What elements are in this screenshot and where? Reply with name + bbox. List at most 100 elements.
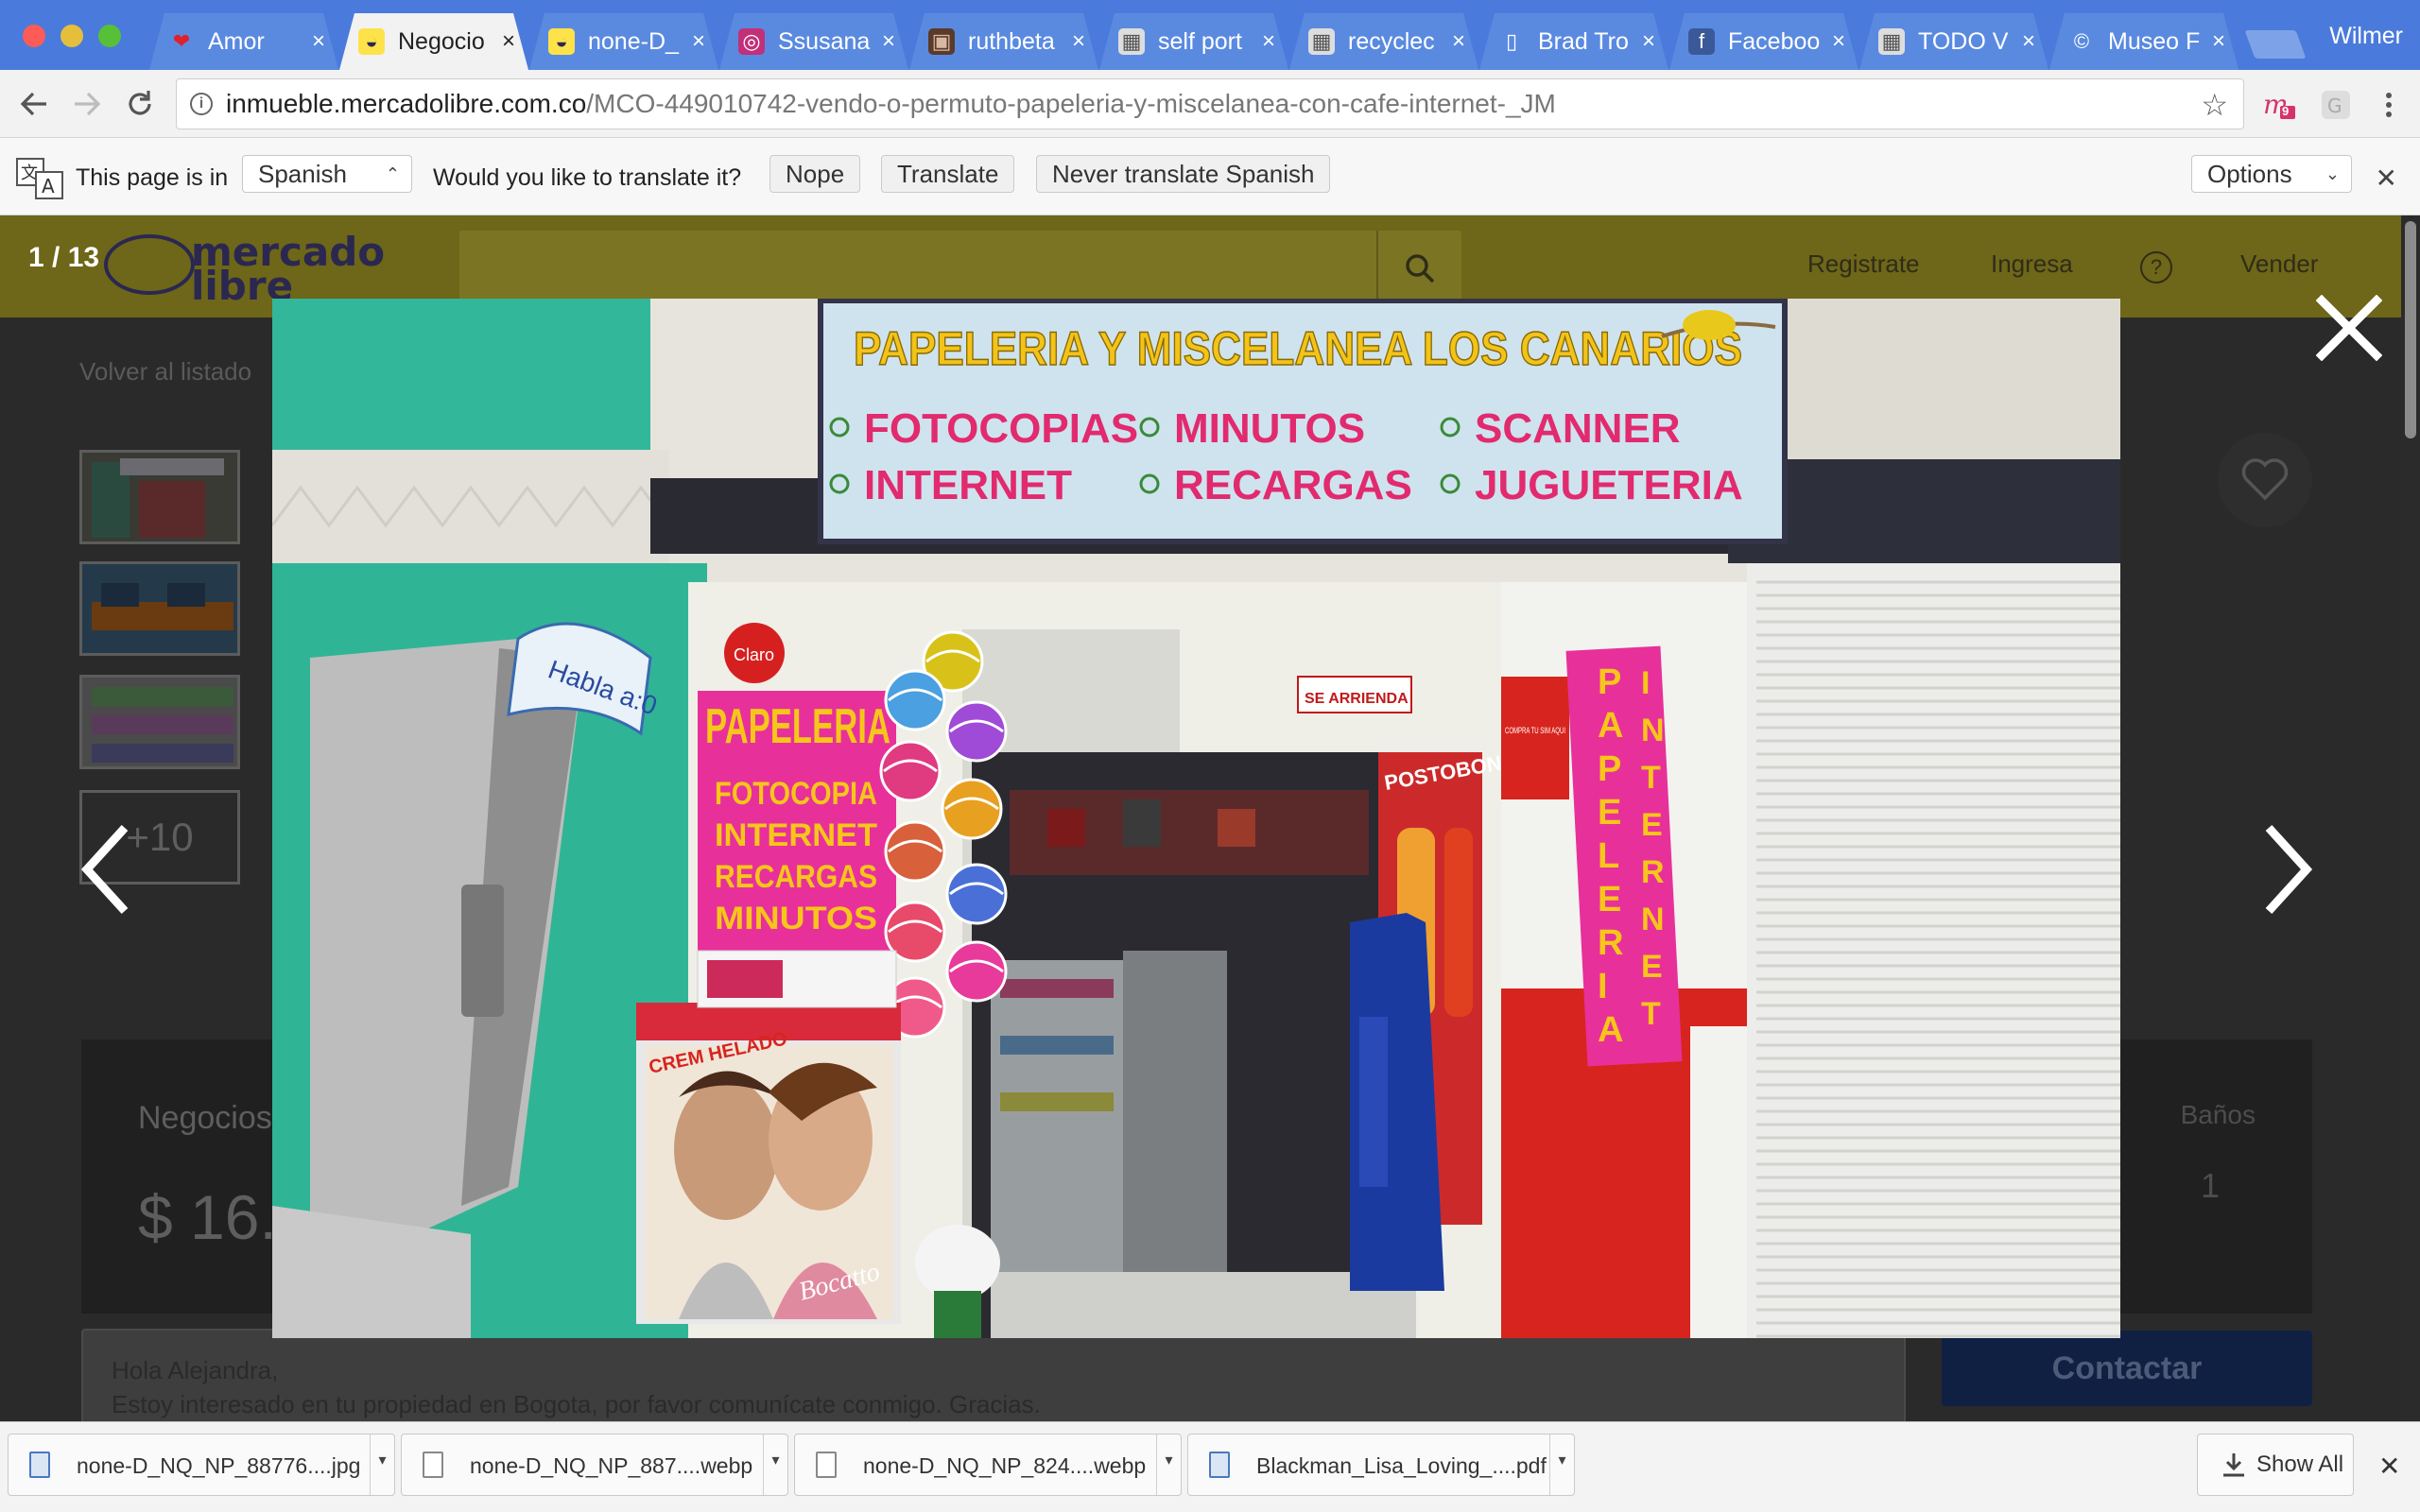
close-tab-icon[interactable]: × xyxy=(692,28,705,55)
translate-button[interactable]: Translate xyxy=(881,155,1015,193)
tab-faceboo[interactable]: f Faceboo × xyxy=(1669,13,1858,70)
tab-list: ❤ Amor × ◒ Negocio × ◒ none-D_ × ◎ Ssusana × ▣ ruthbe… xyxy=(149,13,2239,70)
download-item[interactable]: none-D_NQ_NP_88776....jpg ▾ xyxy=(8,1434,395,1496)
tab-negocio[interactable]: ◒ Negocio × xyxy=(339,13,528,70)
minimize-window-button[interactable] xyxy=(60,25,83,47)
url-host: inmueble.mercadolibre.com.co xyxy=(226,89,587,118)
tab-ruthbeta[interactable]: ▣ ruthbeta × xyxy=(909,13,1098,70)
download-item[interactable]: none-D_NQ_NP_887....webp ▾ xyxy=(401,1434,788,1496)
listing-price: $ 16. xyxy=(138,1182,277,1252)
translate-extension-icon[interactable]: G xyxy=(2318,87,2354,123)
close-lightbox-icon[interactable] xyxy=(2316,295,2382,361)
download-menu-caret-icon[interactable]: ▾ xyxy=(763,1435,787,1495)
download-menu-caret-icon[interactable]: ▾ xyxy=(1549,1435,1574,1495)
tab-museo-f[interactable]: © Museo F × xyxy=(2049,13,2238,70)
never-translate-button[interactable]: Never translate Spanish xyxy=(1036,155,1331,193)
tab-brad-tro[interactable]: ▯ Brad Tro × xyxy=(1479,13,1668,70)
favorite-button[interactable] xyxy=(2218,433,2312,527)
message-line-2: Estoy interesado en tu propiedad en Bogo… xyxy=(112,1390,1041,1418)
store-sign: PAPELERIA Y MISCELANEA LOS CANARIOS FOTO… xyxy=(818,299,1788,544)
register-link[interactable]: Registrate xyxy=(1807,249,1920,279)
download-item[interactable]: Blackman_Lisa_Loving_....pdf ▾ xyxy=(1187,1434,1575,1496)
close-tab-icon[interactable]: × xyxy=(882,28,895,55)
url-text[interactable]: inmueble.mercadolibre.com.co/MCO-4490107… xyxy=(226,89,1556,119)
close-window-button[interactable] xyxy=(23,25,45,47)
extension-icon[interactable]: m 9 xyxy=(2261,87,2297,123)
mercadolibre-logo[interactable]: mercado libre xyxy=(104,231,388,306)
close-shelf-button[interactable]: ✕ xyxy=(2378,1451,2400,1482)
sell-link[interactable]: Vender xyxy=(2240,249,2318,279)
file-icon xyxy=(423,1452,443,1478)
download-filename: none-D_NQ_NP_88776....jpg xyxy=(77,1453,361,1478)
thumbnail-1[interactable] xyxy=(79,450,240,544)
contact-message-textarea[interactable]: Hola Alejandra, Estoy interesado en tu p… xyxy=(81,1329,1906,1421)
forward-button[interactable] xyxy=(66,83,108,125)
image-icon: ▦ xyxy=(1878,28,1905,55)
tab-label: self port xyxy=(1158,27,1242,55)
tab-label: recyclec xyxy=(1348,27,1435,55)
download-menu-caret-icon[interactable]: ▾ xyxy=(370,1435,394,1495)
browser-toolbar: i inmueble.mercadolibre.com.co/MCO-44901… xyxy=(0,70,2420,138)
previous-photo-icon[interactable] xyxy=(78,822,134,917)
close-tab-icon[interactable]: × xyxy=(1262,28,1275,55)
reload-button[interactable] xyxy=(119,83,161,125)
thumbnail-3[interactable] xyxy=(79,675,240,769)
close-tab-icon[interactable]: × xyxy=(2022,28,2035,55)
new-tab-button[interactable] xyxy=(2244,30,2307,59)
sign-item: MINUTOS xyxy=(1174,405,1365,452)
file-icon xyxy=(29,1452,50,1478)
page-scrollbar[interactable] xyxy=(2401,215,2420,1421)
thumbnail-2[interactable] xyxy=(79,561,240,656)
arrow-left-icon xyxy=(20,92,46,116)
document-icon: ▯ xyxy=(1505,29,1518,53)
contact-button[interactable]: Contactar xyxy=(1942,1331,2312,1406)
back-button[interactable] xyxy=(13,83,55,125)
mercadolibre-icon: ◒ xyxy=(548,28,575,55)
back-to-list-link[interactable]: Volver al listado xyxy=(79,357,251,387)
close-tab-icon[interactable]: × xyxy=(2212,28,2225,55)
tab-amor[interactable]: ❤ Amor × xyxy=(149,13,338,70)
close-tab-icon[interactable]: × xyxy=(1072,28,1085,55)
show-all-downloads-button[interactable]: Show All xyxy=(2197,1434,2354,1496)
translate-icon: 文 A xyxy=(16,158,63,199)
ice-cream-freezer: CREM HELADO Bocatto xyxy=(636,950,901,1324)
close-infobar-button[interactable]: ✕ xyxy=(2376,163,2397,194)
translate-options-select[interactable]: Options ⌄ xyxy=(2191,155,2352,193)
close-tab-icon[interactable]: × xyxy=(1642,28,1655,55)
tab-recyclec[interactable]: ▦ recyclec × xyxy=(1289,13,1478,70)
download-menu-caret-icon[interactable]: ▾ xyxy=(1156,1435,1181,1495)
reload-icon xyxy=(129,91,151,115)
tab-ssusana[interactable]: ◎ Ssusana × xyxy=(719,13,908,70)
tab-label: Museo F xyxy=(2108,27,2201,55)
scrollbar-thumb[interactable] xyxy=(2405,221,2416,438)
address-bar[interactable]: i inmueble.mercadolibre.com.co/MCO-44901… xyxy=(176,78,2244,129)
close-tab-icon[interactable]: × xyxy=(502,28,515,55)
help-icon[interactable]: ? xyxy=(2140,251,2172,284)
tab-none-d-[interactable]: ◒ none-D_ × xyxy=(529,13,718,70)
close-tab-icon[interactable]: × xyxy=(1452,28,1465,55)
language-select[interactable]: Spanish ⌃ xyxy=(242,155,412,193)
search-icon[interactable] xyxy=(1376,231,1461,306)
menu-button[interactable] xyxy=(2371,87,2407,123)
login-link[interactable]: Ingresa xyxy=(1991,249,2073,279)
site-search-input[interactable] xyxy=(459,231,1461,306)
download-filename: none-D_NQ_NP_887....webp xyxy=(470,1453,753,1478)
close-tab-icon[interactable]: × xyxy=(312,28,325,55)
download-filename: none-D_NQ_NP_824....webp xyxy=(863,1453,1147,1478)
bookmark-star-icon[interactable]: ☆ xyxy=(2201,87,2228,123)
nope-button[interactable]: Nope xyxy=(769,155,861,193)
for-rent-text: SE ARRIENDA xyxy=(1305,691,1409,707)
tab-todo-v[interactable]: ▦ TODO V × xyxy=(1859,13,2048,70)
image-icon: ▦ xyxy=(1308,28,1335,55)
profile-name[interactable]: Wilmer xyxy=(2329,23,2403,50)
site-info-icon[interactable]: i xyxy=(190,93,213,115)
tab-label: Faceboo xyxy=(1728,27,1821,55)
next-photo-icon[interactable] xyxy=(2259,822,2316,917)
tab-label: none-D_ xyxy=(588,27,679,55)
download-item[interactable]: none-D_NQ_NP_824....webp ▾ xyxy=(794,1434,1182,1496)
tab-label: TODO V xyxy=(1918,27,2009,55)
maximize-window-button[interactable] xyxy=(98,25,121,47)
tab-self-port[interactable]: ▦ self port × xyxy=(1099,13,1288,70)
close-tab-icon[interactable]: × xyxy=(1832,28,1845,55)
show-all-label: Show All xyxy=(2256,1452,2344,1477)
